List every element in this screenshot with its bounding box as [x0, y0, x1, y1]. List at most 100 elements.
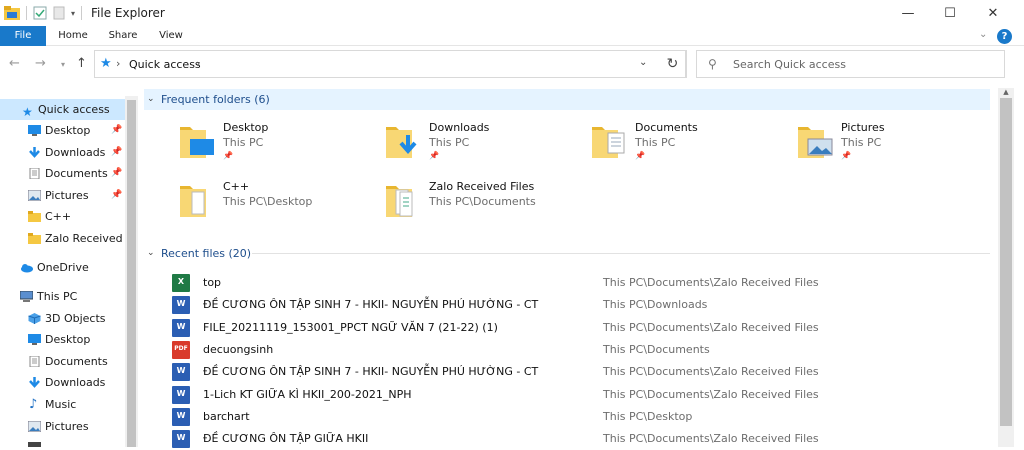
file-path: This PC\Downloads: [603, 298, 708, 311]
pin-icon[interactable]: 📌: [111, 120, 122, 141]
address-bar[interactable]: ★ › Quick access › ⌄: [94, 50, 686, 78]
navigation-bar: ← → ▾ ↑ ★ › Quick access › ⌄ ↻ ⚲ Search …: [0, 46, 1024, 84]
help-button[interactable]: ?: [997, 29, 1012, 44]
scrollbar-thumb[interactable]: [1000, 98, 1012, 426]
nav-item-pc-downloads[interactable]: Downloads: [0, 372, 125, 393]
nav-item-pictures[interactable]: Pictures 📌: [0, 185, 125, 206]
refresh-icon[interactable]: ↻: [659, 50, 687, 78]
nav-item-desktop[interactable]: Desktop 📌: [0, 120, 125, 141]
pin-icon[interactable]: 📌: [111, 163, 122, 184]
minimize-button[interactable]: —: [885, 0, 931, 26]
breadcrumb-chevron-icon[interactable]: ›: [116, 57, 120, 70]
nav-item-partial[interactable]: [0, 437, 125, 447]
folder-name: Pictures: [841, 121, 885, 134]
word-file-icon: W: [172, 430, 190, 448]
folder-tile-desktop[interactable]: Desktop This PC 📌: [178, 121, 378, 171]
nav-item-zalo[interactable]: Zalo Received Fi: [0, 228, 125, 249]
nav-item-cpp[interactable]: C++: [0, 206, 125, 227]
up-arrow-icon[interactable]: ↑: [76, 56, 87, 71]
back-arrow-icon[interactable]: ←: [9, 56, 20, 71]
tab-home[interactable]: Home: [52, 26, 94, 46]
folder-tile-documents[interactable]: Documents This PC 📌: [590, 121, 790, 171]
folder-name: Desktop: [223, 121, 269, 134]
scroll-up-arrow-icon[interactable]: ▲: [998, 88, 1014, 98]
pin-icon[interactable]: 📌: [223, 151, 233, 160]
recent-locations-icon[interactable]: ▾: [61, 60, 65, 69]
nav-pane-scrollbar[interactable]: [125, 96, 138, 447]
nav-label: Documents: [45, 167, 108, 180]
folder-icon: [28, 211, 41, 222]
content-area: ⌄ Frequent folders (6) Desktop This PC 📌…: [138, 88, 998, 448]
folder-tile-zalo[interactable]: Zalo Received Files This PC\Documents: [384, 180, 584, 230]
close-button[interactable]: ✕: [970, 0, 1016, 26]
folder-tile-downloads[interactable]: Downloads This PC 📌: [384, 121, 584, 171]
forward-arrow-icon[interactable]: →: [35, 56, 46, 71]
pin-icon[interactable]: 📌: [429, 151, 439, 160]
desktop-icon: [28, 334, 41, 345]
nav-item-pc-pictures[interactable]: Pictures: [0, 416, 125, 437]
nav-item-documents[interactable]: Documents 📌: [0, 163, 125, 184]
recent-file-row[interactable]: W 1-Lich KT GIỮA KÌ HKII_200-2021_NPH Th…: [168, 384, 988, 406]
pin-icon[interactable]: 📌: [635, 151, 645, 160]
breadcrumb-chevron-icon[interactable]: ›: [196, 57, 200, 70]
expand-ribbon-icon[interactable]: ⌄: [979, 29, 987, 40]
search-input[interactable]: ⚲ Search Quick access: [696, 50, 1005, 78]
toolbar-separator: [81, 6, 83, 20]
documents-icon: [29, 356, 40, 367]
recent-file-row[interactable]: X top This PC\Documents\Zalo Received Fi…: [168, 272, 988, 294]
folder-location: This PC: [223, 136, 264, 149]
folder-tile-pictures[interactable]: Pictures This PC 📌: [796, 121, 996, 171]
nav-item-pc-desktop[interactable]: Desktop: [0, 329, 125, 350]
nav-onedrive[interactable]: OneDrive: [0, 257, 125, 278]
recent-file-row[interactable]: PDF decuongsinh This PC\Documents: [168, 339, 988, 361]
folder-icon: [180, 186, 206, 217]
content-scrollbar[interactable]: ▲: [998, 88, 1014, 447]
recent-file-row[interactable]: W FILE_20211119_153001_PPCT NGỮ VĂN 7 (2…: [168, 317, 988, 339]
nav-item-music[interactable]: ♪ Music: [0, 394, 125, 415]
nav-label: Documents: [45, 355, 108, 368]
maximize-button[interactable]: ☐: [927, 0, 973, 26]
recent-file-row[interactable]: W ĐỀ CƯƠNG ÔN TẬP SINH 7 - HKII- NGUYỄN …: [168, 361, 988, 383]
quick-access-star-icon: ★: [100, 56, 112, 71]
file-name: ĐỀ CƯƠNG ÔN TẬP SINH 7 - HKII- NGUYỄN PH…: [203, 298, 539, 311]
new-folder-icon[interactable]: [53, 6, 65, 20]
pictures-icon: [28, 421, 41, 432]
folder-tile-cpp[interactable]: C++ This PC\Desktop: [178, 180, 378, 230]
nav-item-pc-documents[interactable]: Documents: [0, 351, 125, 372]
recent-files-header[interactable]: ⌄ Recent files (20): [144, 243, 990, 264]
nav-item-downloads[interactable]: Downloads 📌: [0, 142, 125, 163]
word-file-icon: W: [172, 408, 190, 426]
videos-icon: [28, 442, 41, 447]
nav-item-3d-objects[interactable]: 3D Objects: [0, 308, 125, 329]
documents-icon: [29, 168, 40, 179]
nav-label: Quick access: [38, 103, 110, 116]
nav-label: Desktop: [45, 124, 91, 137]
breadcrumb-quick-access[interactable]: Quick access: [129, 58, 201, 71]
address-dropdown-icon[interactable]: ⌄: [639, 57, 647, 68]
collapse-chevron-icon[interactable]: ⌄: [147, 89, 155, 110]
search-icon: ⚲: [708, 57, 717, 71]
cube-icon: [28, 313, 41, 324]
customize-toolbar-icon[interactable]: ▾: [71, 9, 75, 18]
frequent-folders-header[interactable]: ⌄ Frequent folders (6): [144, 89, 990, 110]
collapse-chevron-icon[interactable]: ⌄: [147, 243, 155, 264]
file-path: This PC\Documents: [603, 343, 710, 356]
nav-quick-access[interactable]: ★ Quick access: [0, 99, 125, 120]
scrollbar-thumb[interactable]: [127, 100, 136, 447]
pin-icon[interactable]: 📌: [111, 142, 122, 163]
search-placeholder: Search Quick access: [733, 58, 846, 71]
folder-location: This PC\Desktop: [223, 195, 313, 208]
pin-icon[interactable]: 📌: [111, 185, 122, 206]
pin-icon[interactable]: 📌: [841, 151, 851, 160]
nav-label: Music: [45, 398, 77, 411]
recent-file-row[interactable]: W barchart This PC\Desktop: [168, 406, 988, 428]
nav-this-pc[interactable]: This PC: [0, 286, 125, 307]
folder-name: C++: [223, 180, 250, 193]
download-icon: [29, 147, 40, 158]
tab-share[interactable]: Share: [102, 26, 144, 46]
properties-icon[interactable]: [33, 6, 47, 20]
tab-file[interactable]: File: [0, 26, 46, 46]
recent-file-row[interactable]: W ĐỀ CƯƠNG ÔN TẬP SINH 7 - HKII- NGUYỄN …: [168, 294, 988, 316]
tab-view[interactable]: View: [150, 26, 192, 46]
music-icon: ♪: [29, 397, 38, 412]
